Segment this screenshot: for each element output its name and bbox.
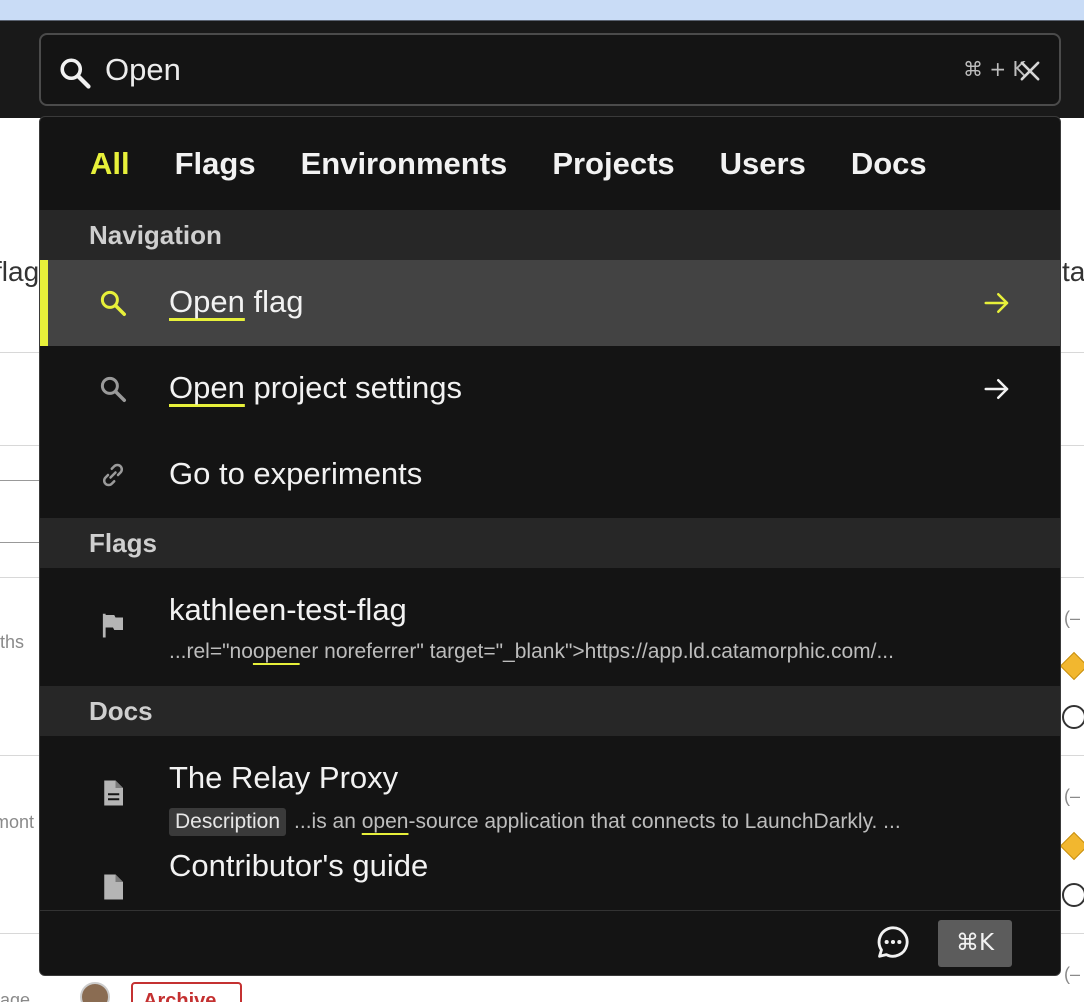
background-text-left: age: [0, 990, 31, 1002]
search-results-panel: All Flags Environments Projects Users Do…: [39, 116, 1061, 976]
search-icon: [100, 290, 126, 316]
flag-icon: [102, 613, 123, 638]
background-text-right: ta: [1062, 256, 1084, 287]
match-highlight: Open: [169, 284, 245, 319]
result-snippet: Description ...is an open-source applicat…: [169, 808, 901, 836]
section-heading-navigation: Navigation: [40, 210, 1060, 260]
tab-flags[interactable]: Flags: [175, 146, 256, 182]
avatar: [80, 982, 110, 1002]
result-doc[interactable]: The Relay Proxy Description ...is an open…: [40, 736, 1060, 854]
section-heading-flags: Flags: [40, 518, 1060, 568]
background-text-left: mont: [0, 812, 35, 832]
result-flag[interactable]: kathleen-test-flag ...rel="noopener nore…: [40, 568, 1060, 686]
link-icon: [102, 463, 124, 487]
background-divider: [0, 542, 40, 543]
snippet-text: ...rel="no: [169, 640, 253, 663]
section-heading-docs: Docs: [40, 686, 1060, 736]
snippet-text: er noreferrer" target="_blank">https://a…: [299, 640, 894, 663]
snippet-text: -source application that connects to Lau…: [408, 810, 901, 833]
close-icon[interactable]: [1016, 57, 1044, 85]
browser-top-strip: [0, 0, 1084, 20]
results-list: Navigation Open flag Open project settin…: [40, 210, 1060, 910]
tab-all[interactable]: All: [90, 146, 130, 182]
chat-bubble-icon[interactable]: [874, 923, 912, 961]
status-diamond-icon: [1059, 651, 1084, 681]
result-title: Open flag: [169, 284, 303, 320]
archive-button[interactable]: Archive: [131, 982, 242, 1002]
match-highlight: open: [361, 810, 409, 833]
result-title-rest: flag: [244, 284, 304, 319]
tab-users[interactable]: Users: [720, 146, 806, 182]
search-input[interactable]: [105, 47, 925, 93]
result-snippet: ...rel="noopener noreferrer" target="_bl…: [169, 640, 894, 664]
background-text-right: (–: [1064, 964, 1081, 984]
document-icon: [104, 874, 123, 900]
tab-projects[interactable]: Projects: [552, 146, 674, 182]
background-text-right: (–: [1064, 786, 1081, 806]
arrow-right-icon: [984, 293, 1009, 313]
clock-icon: [1062, 705, 1084, 729]
result-title: Go to experiments: [169, 456, 423, 491]
result-title-rest: project settings: [244, 370, 462, 405]
result-title: Open project settings: [169, 370, 462, 406]
result-type-tabs: All Flags Environments Projects Users Do…: [40, 117, 1060, 210]
search-bar: ⌘ + K: [39, 33, 1061, 106]
panel-footer: ⌘K: [40, 910, 1060, 975]
result-doc[interactable]: Contributor's guide: [40, 848, 1060, 910]
status-diamond-icon: [1059, 831, 1084, 861]
result-title: kathleen-test-flag: [169, 592, 407, 627]
clock-icon: [1062, 883, 1084, 907]
tab-environments[interactable]: Environments: [301, 146, 508, 182]
tab-docs[interactable]: Docs: [851, 146, 927, 182]
background-text-left: ths: [0, 632, 25, 652]
snippet-text: ...is an: [294, 810, 362, 833]
result-title: Contributor's guide: [169, 848, 429, 883]
search-icon: [100, 376, 126, 402]
background-divider: [0, 480, 40, 481]
arrow-right-icon: [984, 379, 1009, 399]
result-go-to-experiments[interactable]: Go to experiments: [40, 432, 1060, 518]
background-text-right: (–: [1064, 608, 1081, 628]
match-highlight: open: [252, 640, 300, 663]
field-badge: Description: [169, 808, 287, 836]
search-icon: [60, 58, 91, 89]
match-highlight: Open: [169, 370, 245, 405]
document-icon: [104, 780, 123, 806]
result-title: The Relay Proxy: [169, 760, 399, 795]
background-text-left: flag: [0, 256, 40, 287]
result-open-flag[interactable]: Open flag: [40, 260, 1060, 346]
keyboard-shortcut-badge: ⌘K: [938, 920, 1012, 967]
result-open-project-settings[interactable]: Open project settings: [40, 346, 1060, 432]
